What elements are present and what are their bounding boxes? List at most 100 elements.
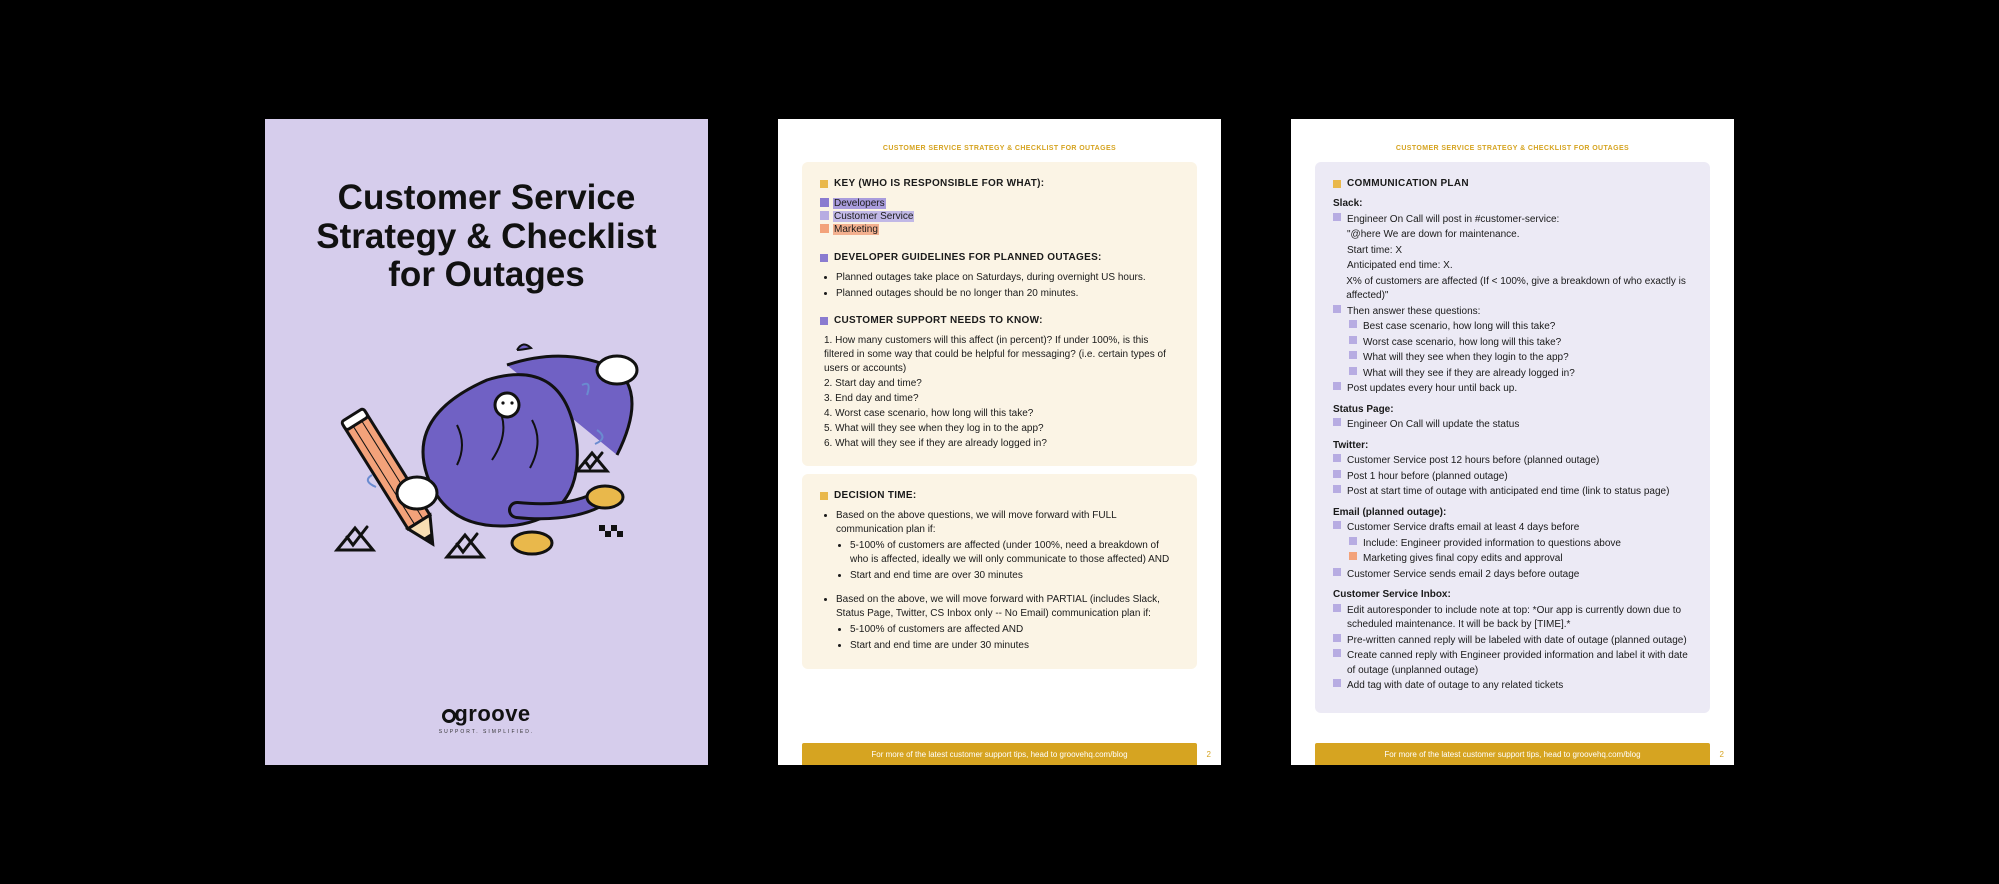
list-item: Based on the above questions, we will mo… [836, 509, 1179, 583]
list-item: Edit autoresponder to include note at to… [1333, 604, 1692, 633]
square-icon [1333, 568, 1341, 576]
list-item: Post 1 hour before (planned outage) [1333, 470, 1692, 485]
page-footer: For more of the latest customer support … [802, 743, 1197, 765]
list-item: 6. What will they see if they are alread… [824, 437, 1179, 451]
page-footer: For more of the latest customer support … [1315, 743, 1710, 765]
list-item: Customer Service drafts email at least 4… [1333, 521, 1692, 536]
page-2: CUSTOMER SERVICE STRATEGY & CHECKLIST FO… [778, 119, 1221, 765]
heading-text: DEVELOPER GUIDELINES FOR PLANNED OUTAGES… [834, 252, 1102, 263]
list-item: Post updates every hour until back up. [1333, 382, 1692, 397]
section-comm-plan: COMMUNICATION PLAN Slack:Engineer On Cal… [1315, 162, 1710, 713]
list-item: X% of customers are affected (If < 100%,… [1333, 275, 1692, 304]
list-item: 4. Worst case scenario, how long will th… [824, 407, 1179, 421]
subsection-label: Slack: [1333, 197, 1692, 212]
square-icon [820, 224, 829, 233]
square-icon [1333, 382, 1341, 390]
page-number: 2 [1720, 750, 1724, 759]
square-icon [1333, 470, 1341, 478]
document-spread: Customer Service Strategy & Checklist fo… [0, 0, 1999, 884]
cover-illustration [317, 325, 657, 575]
list-item: What will they see when they login to th… [1349, 351, 1692, 366]
page-cover: Customer Service Strategy & Checklist fo… [265, 119, 708, 765]
square-icon [820, 492, 828, 500]
communication-plan-list: Slack:Engineer On Call will post in #cus… [1333, 197, 1692, 694]
list-item: Pre-written canned reply will be labeled… [1333, 634, 1692, 649]
square-icon [1349, 320, 1357, 328]
list-item: Create canned reply with Engineer provid… [1333, 649, 1692, 678]
square-icon [1333, 305, 1341, 313]
list-item: Include: Engineer provided information t… [1349, 537, 1692, 552]
numbered-list: 1. How many customers will this affect (… [820, 334, 1179, 451]
square-icon [1349, 336, 1357, 344]
list-item: Add tag with date of outage to any relat… [1333, 679, 1692, 694]
square-icon [820, 180, 828, 188]
subsection-label: Twitter: [1333, 439, 1692, 454]
square-icon [820, 211, 829, 220]
brand-logo: groove SUPPORT. SIMPLIFIED. [265, 701, 708, 735]
heading-text: CUSTOMER SUPPORT NEEDS TO KNOW: [834, 315, 1043, 326]
square-icon [1333, 521, 1341, 529]
list-item: 3. End day and time? [824, 392, 1179, 406]
list-item: Engineer On Call will post in #customer-… [1333, 213, 1692, 228]
subsection-label: Customer Service Inbox: [1333, 588, 1692, 603]
list-item: Planned outages should be no longer than… [836, 287, 1179, 301]
list-item: 5. What will they see when they log in t… [824, 422, 1179, 436]
square-icon [1333, 634, 1341, 642]
key-label: Marketing [833, 224, 879, 235]
square-icon [820, 254, 828, 262]
list-item: Start and end time are under 30 minutes [850, 639, 1179, 653]
list-item: Engineer On Call will update the status [1333, 418, 1692, 433]
square-icon [1333, 213, 1341, 221]
bullet-list: Based on the above questions, we will mo… [820, 509, 1179, 653]
list-item: What will they see if they are already l… [1349, 367, 1692, 382]
running-header: CUSTOMER SERVICE STRATEGY & CHECKLIST FO… [802, 145, 1197, 152]
square-icon [1333, 604, 1341, 612]
list-item: Best case scenario, how long will this t… [1349, 320, 1692, 335]
list-item: Based on the above, we will move forward… [836, 593, 1179, 653]
cover-title: Customer Service Strategy & Checklist fo… [265, 119, 708, 315]
list-item: 1. How many customers will this affect (… [824, 334, 1179, 376]
list-item: Start and end time are over 30 minutes [850, 569, 1179, 583]
logo-tagline: SUPPORT. SIMPLIFIED. [265, 729, 708, 735]
key-label: Customer Service [833, 211, 914, 222]
subsection-label: Status Page: [1333, 403, 1692, 418]
heading-text: KEY (WHO IS RESPONSIBLE FOR WHAT): [834, 178, 1044, 189]
square-icon [1333, 649, 1341, 657]
logo-text: groove [454, 701, 530, 726]
list-item: "@here We are down for maintenance. [1333, 228, 1692, 243]
list-item: 5-100% of customers are affected AND [850, 623, 1179, 637]
section-key: KEY (WHO IS RESPONSIBLE FOR WHAT): Devel… [802, 162, 1197, 466]
square-icon [1349, 552, 1357, 560]
bullet-list: Planned outages take place on Saturdays,… [820, 271, 1179, 301]
page-number: 2 [1207, 750, 1211, 759]
key-label: Developers [833, 198, 886, 209]
subsection-label: Email (planned outage): [1333, 506, 1692, 521]
section-decision: DECISION TIME: Based on the above questi… [802, 474, 1197, 669]
list-item: Post at start time of outage with antici… [1333, 485, 1692, 500]
square-icon [1349, 367, 1357, 375]
square-icon [1333, 679, 1341, 687]
list-item: Customer Service post 12 hours before (p… [1333, 454, 1692, 469]
square-icon [1333, 418, 1341, 426]
list-item: 5-100% of customers are affected (under … [850, 539, 1179, 567]
list-item: Start time: X [1333, 244, 1692, 259]
list-item: Worst case scenario, how long will this … [1349, 336, 1692, 351]
square-icon [1349, 351, 1357, 359]
list-item: Planned outages take place on Saturdays,… [836, 271, 1179, 285]
list-item: Anticipated end time: X. [1333, 259, 1692, 274]
heading-text: DECISION TIME: [834, 490, 917, 501]
list-item: 2. Start day and time? [824, 377, 1179, 391]
running-header: CUSTOMER SERVICE STRATEGY & CHECKLIST FO… [1315, 145, 1710, 152]
list-item: Then answer these questions: [1333, 305, 1692, 320]
square-icon [1333, 454, 1341, 462]
square-icon [1333, 180, 1341, 188]
square-icon [1333, 485, 1341, 493]
list-item: Marketing gives final copy edits and app… [1349, 552, 1692, 567]
page-3: CUSTOMER SERVICE STRATEGY & CHECKLIST FO… [1291, 119, 1734, 765]
square-icon [820, 198, 829, 207]
heading-text: COMMUNICATION PLAN [1347, 178, 1469, 189]
list-item: Customer Service sends email 2 days befo… [1333, 568, 1692, 583]
square-icon [820, 317, 828, 325]
footer-text: For more of the latest customer support … [1384, 750, 1640, 759]
square-icon [1349, 537, 1357, 545]
